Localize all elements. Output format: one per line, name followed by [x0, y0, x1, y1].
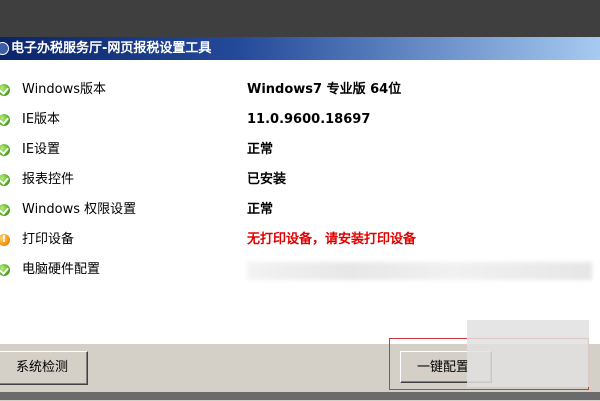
check-label: 电脑硬件配置 [22, 262, 101, 277]
check-results-panel: Windows版本 Windows7 专业版 64位 IE版本 11.0.960… [0, 60, 600, 343]
check-value: Windows7 专业版 64位 [247, 82, 402, 97]
check-label: 报表控件 [22, 172, 75, 187]
background-bottom [0, 392, 600, 400]
window-titlebar: 电子办税服务厅-网页报税设置工具 [0, 37, 600, 60]
check-row-windows-permissions: Windows 权限设置 正常 [0, 199, 600, 221]
background-top [0, 0, 600, 37]
window-title: 电子办税服务厅-网页报税设置工具 [11, 41, 212, 56]
check-circle-icon [0, 174, 10, 186]
check-circle-icon [0, 264, 10, 276]
check-value-error: 无打印设备，请安装打印设备 [247, 232, 417, 247]
check-label: IE版本 [22, 112, 61, 127]
app-icon [0, 42, 9, 55]
check-circle-icon [0, 204, 10, 216]
system-check-button[interactable]: 系统检测 [0, 351, 88, 385]
check-row-windows-version: Windows版本 Windows7 专业版 64位 [0, 79, 600, 101]
check-circle-icon [0, 84, 10, 96]
exclamation-circle-icon [0, 229, 10, 251]
check-circle-icon [0, 114, 10, 126]
check-value: 已安装 [247, 172, 287, 187]
check-label: 打印设备 [22, 232, 75, 247]
check-row-ie-version: IE版本 11.0.9600.18697 [0, 109, 600, 131]
check-row-hardware: 电脑硬件配置 [0, 259, 600, 281]
check-row-report-control: 报表控件 已安装 [0, 169, 600, 191]
check-row-printer: 打印设备 无打印设备，请安装打印设备 [0, 229, 600, 251]
check-label: IE设置 [22, 142, 61, 157]
check-value: 11.0.9600.18697 [247, 112, 371, 127]
check-row-ie-settings: IE设置 正常 [0, 139, 600, 161]
check-value: 正常 [247, 202, 274, 217]
redacted-hardware-value [247, 262, 592, 280]
check-value: 正常 [247, 142, 274, 157]
check-circle-icon [0, 144, 10, 156]
check-label: Windows 权限设置 [22, 202, 137, 217]
check-label: Windows版本 [22, 82, 107, 97]
redaction-overlay [467, 320, 589, 387]
